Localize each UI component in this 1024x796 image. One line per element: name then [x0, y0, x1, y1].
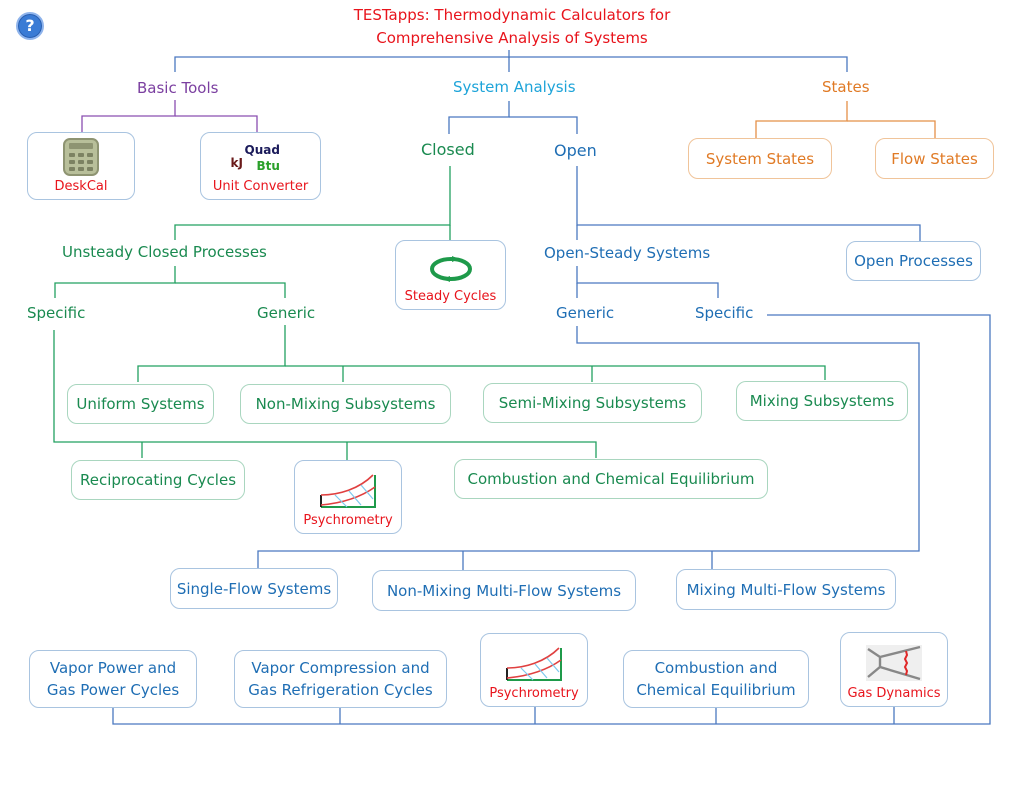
open-combustion-label-line-2: Chemical Equilibrium	[636, 681, 796, 699]
closed-psychrometry-button[interactable]: Psychrometry	[294, 460, 402, 534]
refrigeration-cycles-button[interactable]: Vapor Compression and Gas Refrigeration …	[234, 650, 447, 708]
mixing-multi-flow-systems-button[interactable]: Mixing Multi-Flow Systems	[676, 569, 896, 610]
closed-combustion-label: Combustion and Chemical Equilibrium	[467, 470, 755, 488]
title-line-1: TESTapps: Thermodynamic Calculators for	[353, 6, 671, 24]
open-specific-heading: Specific	[695, 304, 754, 322]
mixing-multi-flow-systems-label: Mixing Multi-Flow Systems	[686, 580, 886, 599]
basic-tools-connectors	[81, 100, 258, 132]
states-heading: States	[822, 78, 870, 96]
mixing-subsystems-button[interactable]: Mixing Subsystems	[736, 381, 908, 421]
semi-mixing-subsystems-button[interactable]: Semi-Mixing Subsystems	[483, 383, 702, 423]
btu-text: Btu	[256, 159, 280, 173]
open-steady-systems-heading: Open-Steady Systems	[544, 244, 711, 262]
open-psychrometry-label: Psychrometry	[489, 686, 579, 701]
single-flow-systems-label: Single-Flow Systems	[176, 579, 332, 598]
semi-mixing-subsystems-label: Semi-Mixing Subsystems	[498, 394, 687, 412]
single-flow-systems-button[interactable]: Single-Flow Systems	[170, 568, 338, 609]
closed-specific-heading: Specific	[27, 304, 86, 322]
non-mixing-subsystems-button[interactable]: Non-Mixing Subsystems	[240, 384, 451, 424]
closed-heading: Closed	[421, 140, 475, 159]
open-processes-label: Open Processes	[854, 252, 973, 270]
system-analysis-heading: System Analysis	[453, 78, 576, 96]
power-cycles-button[interactable]: Vapor Power and Gas Power Cycles	[29, 650, 197, 708]
reciprocating-cycles-button[interactable]: Reciprocating Cycles	[71, 460, 245, 500]
gas-dynamics-button[interactable]: Gas Dynamics	[840, 632, 948, 707]
calculator-icon	[61, 135, 101, 179]
non-mixing-subsystems-label: Non-Mixing Subsystems	[255, 395, 436, 413]
nozzle-shock-icon	[864, 640, 924, 686]
non-mixing-multi-flow-systems-label: Non-Mixing Multi-Flow Systems	[386, 581, 622, 600]
reciprocating-cycles-label: Reciprocating Cycles	[79, 471, 237, 489]
flow-states-button[interactable]: Flow States	[875, 138, 994, 179]
open-heading: Open	[554, 141, 597, 160]
non-mixing-multi-flow-systems-button[interactable]: Non-Mixing Multi-Flow Systems	[372, 570, 636, 611]
uniform-systems-button[interactable]: Uniform Systems	[67, 384, 214, 424]
closed-combustion-button[interactable]: Combustion and Chemical Equilibrium	[454, 459, 768, 499]
unit-converter-icon: Quad kJ Btu	[231, 139, 291, 175]
mixing-subsystems-label: Mixing Subsystems	[749, 392, 895, 410]
open-psychrometry-button[interactable]: Psychrometry	[480, 633, 588, 707]
open-processes-button[interactable]: Open Processes	[846, 241, 981, 281]
basic-tools-heading: Basic Tools	[137, 79, 219, 97]
unsteady-closed-processes-heading: Unsteady Closed Processes	[62, 243, 267, 261]
open-combustion-button[interactable]: Combustion and Chemical Equilibrium	[623, 650, 809, 708]
system-analysis-connectors	[448, 101, 578, 134]
flow-states-label: Flow States	[891, 149, 978, 168]
deskcal-label: DeskCal	[54, 179, 108, 194]
psychrometric-chart-icon	[505, 642, 563, 686]
deskcal-button[interactable]: DeskCal	[27, 132, 135, 200]
unit-converter-button[interactable]: Quad kJ Btu Unit Converter	[200, 132, 321, 200]
refrigeration-cycles-label-line-1: Vapor Compression and	[251, 659, 430, 677]
title-line-2: Comprehensive Analysis of Systems	[376, 29, 648, 47]
states-connectors	[755, 101, 936, 138]
page-title: TESTapps: Thermodynamic Calculators for …	[0, 4, 1024, 50]
open-combustion-label-line-1: Combustion and	[654, 659, 778, 677]
closed-generic-heading: Generic	[257, 304, 316, 322]
closed-psychrometry-label: Psychrometry	[303, 513, 393, 528]
gas-dynamics-label: Gas Dynamics	[847, 686, 941, 701]
refrigeration-cycles-label-line-2: Gas Refrigeration Cycles	[248, 681, 433, 699]
steady-cycles-button[interactable]: Steady Cycles	[395, 240, 506, 310]
system-states-label: System States	[705, 149, 815, 168]
uniform-systems-label: Uniform Systems	[76, 395, 205, 413]
open-generic-heading: Generic	[556, 304, 615, 322]
power-cycles-label-line-2: Gas Power Cycles	[46, 681, 180, 699]
unit-converter-label: Unit Converter	[212, 179, 309, 194]
cycle-arrows-icon	[427, 249, 475, 289]
system-states-button[interactable]: System States	[688, 138, 832, 179]
steady-cycles-label: Steady Cycles	[404, 289, 497, 304]
top-connectors	[174, 50, 848, 72]
power-cycles-label-line-1: Vapor Power and	[49, 659, 177, 677]
kj-text: kJ	[230, 156, 243, 170]
psychrometric-chart-icon	[319, 469, 377, 513]
